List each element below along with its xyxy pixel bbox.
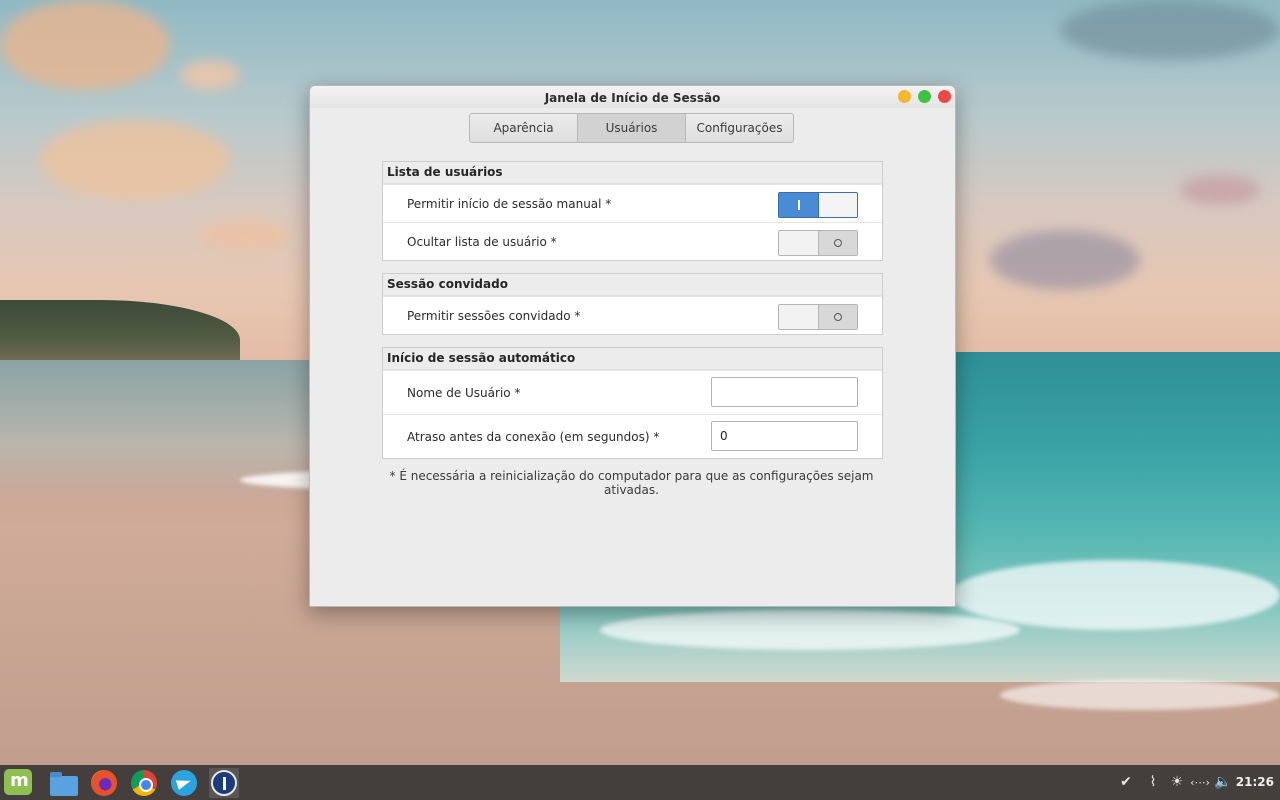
firefox-icon[interactable] [89,768,119,798]
chrome-icon[interactable] [129,768,159,798]
files-icon[interactable] [49,768,79,798]
title-bar[interactable]: Janela de Início de Sessão [310,86,955,108]
tab-settings[interactable]: Configurações [686,114,793,142]
hide-user-list-label: Ocultar lista de usuário * [407,235,557,249]
password-manager-icon[interactable] [209,768,239,798]
section-heading: Lista de usuários [383,162,882,184]
hide-user-list-row: Ocultar lista de usuário * [383,222,882,260]
login-window: Janela de Início de Sessão Aparência Usu… [309,85,956,607]
allow-guest-switch[interactable] [778,304,858,330]
taskbar: ✔ ⌇ ☀ ‹⋯› 🔈 21:26 [0,765,1280,800]
maximize-button[interactable] [918,90,931,103]
telegram-icon[interactable] [169,768,199,798]
network-icon[interactable]: ⌇ [1143,765,1163,800]
minimize-button[interactable] [898,90,911,103]
tab-bar: Aparência Usuários Configurações [469,113,794,143]
allow-guest-row: Permitir sessões convidado * [383,296,882,334]
restart-note: * É necessária a reinicialização do comp… [389,469,874,497]
tab-appearance[interactable]: Aparência [470,114,578,142]
delay-label: Atraso antes da conexão (em segundos) * [407,430,660,444]
manual-login-label: Permitir início de sessão manual * [407,197,612,211]
mint-menu-icon[interactable] [4,769,32,795]
username-field[interactable] [711,377,858,407]
guest-session-section: Sessão convidado Permitir sessões convid… [382,273,883,335]
manual-login-switch[interactable] [778,192,858,218]
window-title: Janela de Início de Sessão [544,91,721,105]
shield-icon[interactable]: ✔ [1116,765,1136,800]
redshift-icon[interactable]: ☀ [1167,765,1187,800]
section-heading: Sessão convidado [383,274,882,296]
hide-user-list-switch[interactable] [778,230,858,256]
close-button[interactable] [938,90,951,103]
delay-field[interactable] [711,421,858,451]
username-row: Nome de Usuário * [383,370,882,414]
clock[interactable]: 21:26 [1236,765,1274,800]
delay-row: Atraso antes da conexão (em segundos) * [383,414,882,458]
autologin-section: Início de sessão automático Nome de Usuá… [382,347,883,459]
user-list-section: Lista de usuários Permitir início de ses… [382,161,883,261]
allow-guest-label: Permitir sessões convidado * [407,309,581,323]
volume-icon[interactable]: 🔈 [1213,765,1233,800]
tab-users[interactable]: Usuários [578,114,686,142]
connection-icon[interactable]: ‹⋯› [1190,765,1210,800]
username-label: Nome de Usuário * [407,386,521,400]
manual-login-row: Permitir início de sessão manual * [383,184,882,222]
section-heading: Início de sessão automático [383,348,882,370]
